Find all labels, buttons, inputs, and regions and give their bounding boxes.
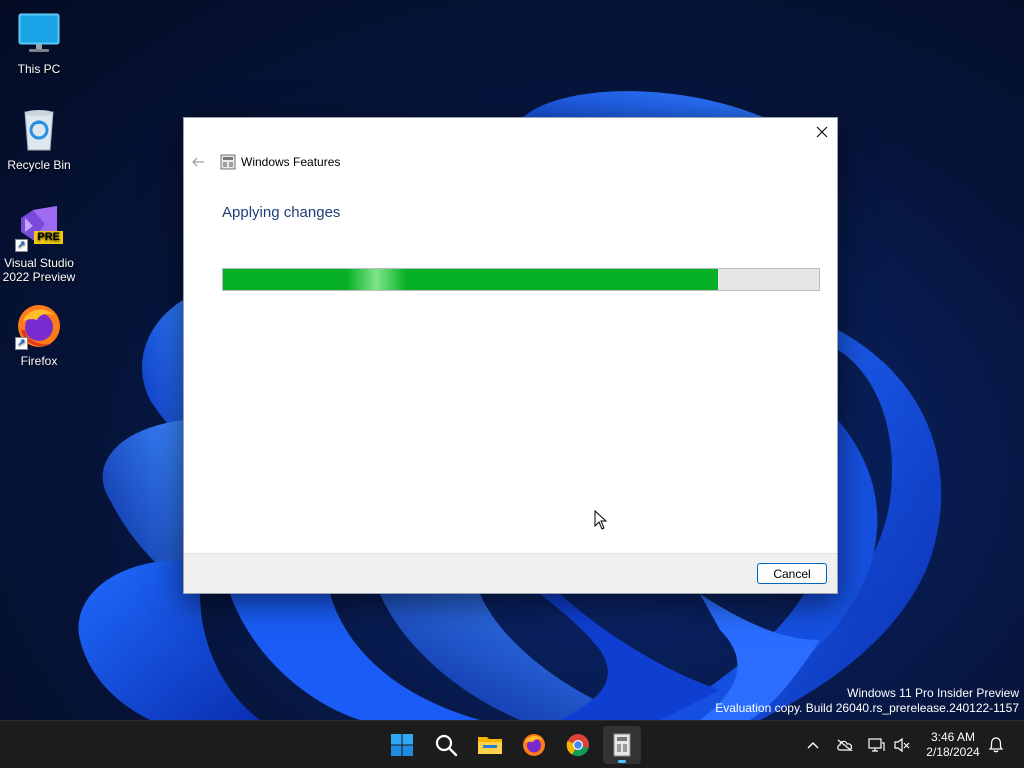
desktop-icon-label: This PC (17, 62, 61, 76)
mouse-cursor-icon (594, 509, 608, 535)
recycle-bin-icon (15, 106, 63, 154)
active-app-indicator (618, 760, 626, 763)
chevron-up-icon (807, 742, 819, 749)
cancel-button[interactable]: Cancel (757, 563, 827, 584)
search-icon (435, 734, 458, 757)
volume-muted-icon (894, 737, 910, 753)
clock-time: 3:46 AM (930, 730, 976, 744)
desktop-icon-visual-studio[interactable]: PRE ↗ Visual Studio 2022 Preview (2, 204, 76, 284)
windows-features-dialog: Windows Features Applying changes Cancel (183, 117, 838, 594)
dialog-footer: Cancel (184, 553, 837, 593)
network-icon (868, 738, 885, 752)
monitor-icon (15, 10, 63, 58)
onedrive-tray-button[interactable] (835, 735, 855, 755)
firefox-icon (523, 734, 545, 756)
dialog-heading: Applying changes (222, 204, 341, 221)
clock-date: 2/18/2024 (926, 745, 980, 759)
network-tray-button[interactable] (866, 735, 886, 755)
desktop-icon-firefox[interactable]: ↗ Firefox (2, 302, 76, 368)
shortcut-arrow-icon: ↗ (15, 239, 28, 252)
desktop-icon-recycle-bin[interactable]: Recycle Bin (2, 106, 76, 172)
progress-bar-fill (223, 269, 718, 290)
start-button[interactable] (383, 726, 421, 764)
search-button[interactable] (427, 726, 465, 764)
windows-features-icon (613, 733, 631, 757)
desktop-icon-label: Firefox (20, 354, 58, 368)
visual-studio-icon: PRE ↗ (15, 204, 63, 252)
shortcut-arrow-icon: ↗ (15, 337, 28, 350)
preview-badge: PRE (34, 231, 63, 244)
windows-features-icon (220, 154, 236, 170)
close-button[interactable] (807, 118, 837, 146)
dialog-title: Windows Features (241, 155, 341, 169)
taskbar-chrome[interactable] (559, 726, 597, 764)
file-explorer-icon (478, 737, 502, 754)
firefox-icon: ↗ (15, 302, 63, 350)
show-hidden-icons-button[interactable] (803, 735, 823, 755)
desktop-icon-label: Visual Studio 2022 Preview (2, 256, 76, 284)
taskbar-firefox[interactable] (515, 726, 553, 764)
back-button[interactable] (190, 154, 206, 170)
taskbar: 3:46 AM 2/18/2024 (0, 720, 1024, 768)
taskbar-windows-features[interactable] (603, 726, 641, 764)
close-icon (816, 126, 828, 138)
cloud-offline-icon (837, 739, 853, 751)
notifications-button[interactable] (986, 735, 1006, 755)
taskbar-file-explorer[interactable] (471, 726, 509, 764)
progress-bar (222, 268, 820, 291)
watermark-line-edition: Windows 11 Pro Insider Preview (847, 686, 1019, 700)
back-arrow-icon (192, 157, 204, 167)
taskbar-clock[interactable]: 3:46 AM 2/18/2024 (918, 730, 988, 760)
volume-tray-button[interactable] (892, 735, 912, 755)
build-watermark: Windows 11 Pro Insider Preview Evaluatio… (715, 686, 1019, 716)
bell-icon (989, 737, 1003, 753)
chrome-icon (566, 734, 589, 757)
desktop-icon-label: Recycle Bin (7, 158, 71, 172)
desktop-icon-this-pc[interactable]: This PC (2, 10, 76, 76)
watermark-line-build: Evaluation copy. Build 26040.rs_prerelea… (715, 701, 1019, 715)
start-icon (391, 734, 413, 756)
